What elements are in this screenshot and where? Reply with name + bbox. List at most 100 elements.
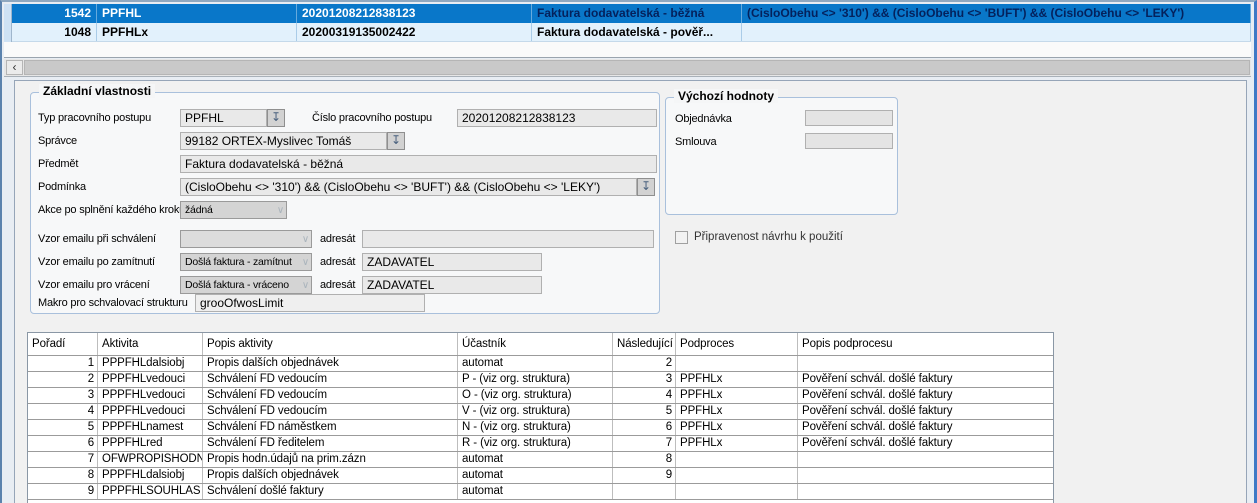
administrator-label: Správce [38, 135, 77, 147]
subprocess-cell: PPFHLx [676, 372, 798, 387]
contract-label: Smlouva [675, 136, 716, 148]
workflow-definition-window: 1542 PPFHL 20201208212838123 Faktura dod… [0, 0, 1257, 503]
workflow-grid-row[interactable]: 1542 PPFHL 20201208212838123 Faktura dod… [12, 4, 1251, 23]
subprocess-description-cell [798, 468, 1053, 483]
activity-cell: PPPFHLvedouci [98, 372, 203, 387]
email-template-rejected-combo[interactable]: Došlá faktura - zamítnut ∨ [180, 253, 312, 271]
action-after-step-combo[interactable]: žádná ∨ [180, 201, 287, 219]
activity-description-cell: Propis dalších objednávek [203, 356, 458, 371]
column-header-subprocess[interactable]: Podproces [676, 333, 798, 355]
activity-row[interactable]: 5 PPPFHLnamest Schválení FD náměstkem N … [28, 420, 1053, 436]
contract-field[interactable] [805, 133, 893, 149]
subprocess-cell [676, 356, 798, 371]
activity-row[interactable]: 6 PPPFHLred Schválení FD ředitelem R - (… [28, 436, 1053, 452]
approval-macro-field[interactable]: grooOfwosLimit [195, 294, 425, 312]
column-header-subprocess-description[interactable]: Popis podprocesu [798, 333, 1053, 355]
activities-table: Pořadí Aktivita Popis aktivity Účastník … [27, 332, 1054, 503]
subject-label: Předmět [38, 158, 78, 170]
workflow-number-cell: 20201208212838123 [297, 4, 532, 23]
order-cell: 2 [28, 372, 98, 387]
participant-cell: O - (viz org. struktura) [458, 388, 613, 403]
subprocess-cell: PPFHLx [676, 388, 798, 403]
subprocess-description-cell: Pověření schvál. došlé faktury [798, 388, 1053, 403]
subprocess-description-cell: Pověření schvál. došlé faktury [798, 436, 1053, 451]
chevron-down-icon: ∨ [302, 232, 309, 248]
activity-row[interactable]: 1 PPPFHLdalsiobj Propis dalších objednáv… [28, 356, 1053, 372]
next-cell [613, 484, 676, 499]
order-field[interactable] [805, 110, 893, 126]
activity-cell: PPPFHLnamest [98, 420, 203, 435]
workflow-id-cell: 1542 [12, 4, 97, 23]
recipient-label-3: adresát [320, 279, 355, 291]
workflow-subject-cell: Faktura dodavatelská - běžná [532, 4, 742, 23]
activity-row[interactable]: 8 PPPFHLdalsiobj Propis dalších objednáv… [28, 468, 1053, 484]
chevron-down-icon: ∨ [302, 255, 309, 271]
activity-description-cell: Propis hodn.údajů na prim.zázn [203, 452, 458, 467]
horizontal-scrollbar[interactable]: ‹ [4, 59, 1251, 77]
condition-field[interactable]: (CisloObehu <> '310') && (CisloObehu <> … [180, 178, 637, 196]
order-cell: 1 [28, 356, 98, 371]
order-cell: 8 [28, 468, 98, 483]
subprocess-cell: PPFHLx [676, 404, 798, 419]
action-after-step-value: žádná [185, 204, 213, 216]
condition-lookup-button[interactable]: ↧ [637, 178, 655, 196]
administrator-lookup-button[interactable]: ↧ [387, 132, 405, 150]
column-header-activity[interactable]: Aktivita [98, 333, 203, 355]
activity-description-cell: Schválení FD vedoucím [203, 372, 458, 387]
activity-row[interactable]: 3 PPPFHLvedouci Schválení FD vedoucím O … [28, 388, 1053, 404]
workflow-number-cell: 20200319135002422 [297, 23, 532, 41]
subprocess-cell [676, 452, 798, 467]
workflow-type-lookup-button[interactable]: ↧ [267, 109, 285, 127]
recipient-field-3[interactable]: ZADAVATEL [362, 276, 542, 294]
activity-cell: PPPFHLSOUHLAS [98, 484, 203, 499]
activity-row[interactable]: 4 PPPFHLvedouci Schválení FD vedoucím V … [28, 404, 1053, 420]
workflow-type-cell: PPFHLx [97, 23, 297, 41]
workflow-condition-cell: (CisloObehu <> '310') && (CisloObehu <> … [742, 4, 1251, 23]
recipient-field-2[interactable]: ZADAVATEL [362, 253, 542, 271]
workflow-subject-cell: Faktura dodavatelská - pověř... [532, 23, 742, 41]
subprocess-description-cell: Pověření schvál. došlé faktury [798, 372, 1053, 387]
workflow-grid-row[interactable]: 1048 PPFHLx 20200319135002422 Faktura do… [12, 23, 1251, 42]
activity-cell: PPPFHLdalsiobj [98, 356, 203, 371]
activity-cell: PPPFHLred [98, 436, 203, 451]
readiness-checkbox[interactable] [675, 231, 688, 244]
default-values-title: Výchozí hodnoty [674, 89, 778, 103]
order-label: Objednávka [675, 113, 732, 125]
email-template-approved-combo[interactable]: ∨ [180, 230, 312, 248]
recipient-label-1: adresát [320, 233, 355, 245]
column-header-activity-description[interactable]: Popis aktivity [203, 333, 458, 355]
subprocess-description-cell: Pověření schvál. došlé faktury [798, 420, 1053, 435]
workflow-id-cell: 1048 [12, 23, 97, 41]
activity-description-cell: Schválení došlé faktury [203, 484, 458, 499]
subprocess-description-cell [798, 356, 1053, 371]
participant-cell: R - (viz org. struktura) [458, 436, 613, 451]
scroll-left-button[interactable]: ‹ [6, 60, 23, 75]
administrator-field[interactable]: 99182 ORTEX-Myslivec Tomáš [180, 132, 387, 150]
workflow-number-label: Číslo pracovního postupu [312, 112, 432, 124]
activity-row[interactable]: 9 PPPFHLSOUHLAS Schválení došlé faktury … [28, 484, 1053, 500]
activity-row[interactable]: 7 OFWPROPISHODN Propis hodn.údajů na pri… [28, 452, 1053, 468]
email-template-returned-combo[interactable]: Došlá faktura - vráceno ∨ [180, 276, 312, 294]
chevron-down-icon: ∨ [277, 203, 284, 219]
workflow-type-cell: PPFHL [97, 4, 297, 23]
workflow-type-field[interactable]: PPFHL [180, 109, 267, 127]
scrollbar-thumb[interactable] [24, 60, 1250, 75]
column-header-participant[interactable]: Účastník [458, 333, 613, 355]
participant-cell: automat [458, 356, 613, 371]
action-after-step-label: Akce po splnění každého kroku [38, 204, 185, 216]
order-cell: 4 [28, 404, 98, 419]
column-header-next[interactable]: Následující [613, 333, 676, 355]
subprocess-description-cell [798, 484, 1053, 499]
subject-field[interactable]: Faktura dodavatelská - běžná [180, 155, 657, 173]
recipient-field-1[interactable] [362, 230, 654, 248]
next-cell: 4 [613, 388, 676, 403]
next-cell: 7 [613, 436, 676, 451]
activities-table-header: Pořadí Aktivita Popis aktivity Účastník … [28, 333, 1053, 356]
subprocess-description-cell [798, 452, 1053, 467]
workflow-number-field[interactable]: 20201208212838123 [457, 109, 657, 127]
subprocess-cell: PPFHLx [676, 436, 798, 451]
activity-row[interactable]: 2 PPPFHLvedouci Schválení FD vedoucím P … [28, 372, 1053, 388]
column-header-order[interactable]: Pořadí [28, 333, 98, 355]
subprocess-description-cell: Pověření schvál. došlé faktury [798, 404, 1053, 419]
next-cell: 9 [613, 468, 676, 483]
